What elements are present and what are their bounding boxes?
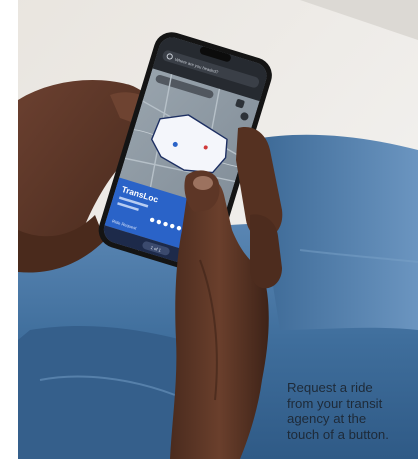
caption-line-3: agency at the (287, 411, 367, 427)
caption-line-2: from your transit (287, 395, 383, 411)
photo-scene: Where are you headed? TransLoc Ride Requ… (0, 0, 418, 459)
caption-line-1: Request a ride (287, 380, 373, 395)
frame-left (0, 0, 18, 459)
caption-text: Request a ride from your transit agency … (287, 380, 415, 442)
caption-line-4: touch of a button. (287, 426, 389, 442)
right-thumbnail (193, 176, 213, 190)
